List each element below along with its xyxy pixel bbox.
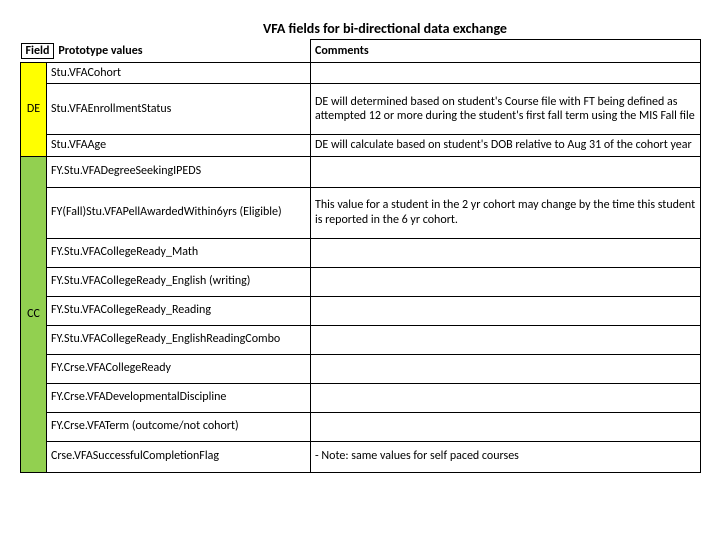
field-cell: FY.Crse.VFACollegeReady [47,354,311,383]
field-cell: FY.Crse.VFADevelopmentalDiscipline [47,383,311,412]
comment-cell [311,238,701,267]
table-row: CC FY.Stu.VFADegreeSeekingIPEDS [21,156,701,187]
comment-cell [311,383,701,412]
table-row: Stu.VFAAge DE will calculate based on st… [21,135,701,156]
table-row: DE Stu.VFACohort [21,62,701,83]
comment-cell: This value for a student in the 2 yr coh… [311,187,701,238]
comment-cell [311,325,701,354]
table-row: FY.Crse.VFADevelopmentalDiscipline [21,383,701,412]
field-cell: Crse.VFASuccessfulCompletionFlag [47,441,311,472]
header-field-box: Field [21,43,55,59]
field-cell: FY.Stu.VFACollegeReady_English (writing) [47,267,311,296]
table-row: FY.Stu.VFACollegeReady_EnglishReadingCom… [21,325,701,354]
table-row: FY(Fall)Stu.VFAPellAwardedWithin6yrs (El… [21,187,701,238]
comment-cell: DE will calculate based on student's DOB… [311,135,701,156]
comment-cell [311,156,701,187]
field-cell: Stu.VFACohort [47,62,311,83]
comment-cell [311,267,701,296]
header-field-proto: FieldPrototype values [21,40,311,63]
data-table: FieldPrototype values Comments DE Stu.VF… [20,39,701,473]
comment-cell [311,62,701,83]
table-row: FY.Stu.VFACollegeReady_Math [21,238,701,267]
comment-cell: - Note: same values for self paced cours… [311,441,701,472]
field-cell: FY.Stu.VFACollegeReady_EnglishReadingCom… [47,325,311,354]
table-row: FY.Crse.VFATerm (outcome/not cohort) [21,412,701,441]
field-cell: FY.Stu.VFACollegeReady_Reading [47,296,311,325]
table-row: FY.Stu.VFACollegeReady_English (writing) [21,267,701,296]
comment-cell [311,412,701,441]
comment-cell: DE will determined based on student's Co… [311,84,701,135]
field-cell: Stu.VFAAge [47,135,311,156]
field-cell: FY.Stu.VFACollegeReady_Math [47,238,311,267]
comment-cell [311,296,701,325]
field-cell: FY.Stu.VFADegreeSeekingIPEDS [47,156,311,187]
field-cell: Stu.VFAEnrollmentStatus [47,84,311,135]
header-proto-text: Prototype values [58,44,142,58]
table-row: FY.Crse.VFACollegeReady [21,354,701,383]
page-title: VFA fields for bi-directional data excha… [70,20,700,37]
field-cell: FY(Fall)Stu.VFAPellAwardedWithin6yrs (El… [47,187,311,238]
group-label-de: DE [21,62,47,156]
comment-cell [311,354,701,383]
field-cell: FY.Crse.VFATerm (outcome/not cohort) [47,412,311,441]
group-label-cc: CC [21,156,47,472]
table-row: Crse.VFASuccessfulCompletionFlag - Note:… [21,441,701,472]
table-row: Stu.VFAEnrollmentStatus DE will determin… [21,84,701,135]
header-row: FieldPrototype values Comments [21,40,701,63]
header-comments: Comments [311,40,701,63]
table-row: FY.Stu.VFACollegeReady_Reading [21,296,701,325]
